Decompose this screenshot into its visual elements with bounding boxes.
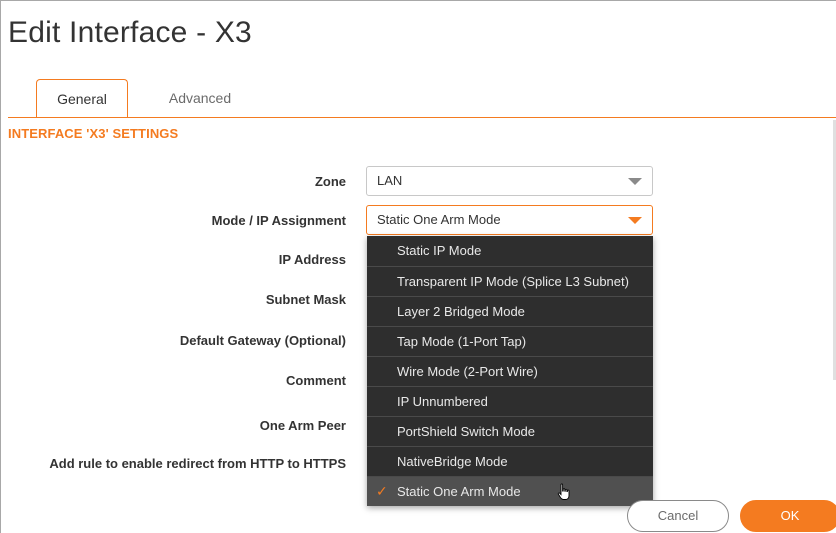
window-left-border [0,0,1,533]
chevron-down-icon [628,178,642,185]
mode-option-static-one-arm[interactable]: ✓ Static One Arm Mode [367,476,653,506]
mode-option-static-ip[interactable]: Static IP Mode [367,236,653,266]
one-arm-peer-label: One Arm Peer [259,418,346,433]
mode-option-label: IP Unnumbered [397,394,488,409]
zone-select-value: LAN [377,173,403,188]
mode-option-label: NativeBridge Mode [397,454,508,469]
mode-option-label: Static One Arm Mode [397,484,521,499]
mode-option-tap[interactable]: Tap Mode (1-Port Tap) [367,326,653,356]
mode-option-label: Static IP Mode [397,243,482,258]
mode-option-label: Tap Mode (1-Port Tap) [397,334,527,349]
mode-option-portshield[interactable]: PortShield Switch Mode [367,416,653,446]
mode-option-transparent-ip[interactable]: Transparent IP Mode (Splice L3 Subnet) [367,266,653,296]
ok-button[interactable]: OK [740,500,836,532]
comment-label: Comment [286,373,346,388]
mode-select[interactable]: Static One Arm Mode [366,205,653,235]
redirect-label: Add rule to enable redirect from HTTP to… [49,456,346,471]
mode-option-label: Transparent IP Mode (Splice L3 Subnet) [397,274,629,289]
mode-option-wire[interactable]: Wire Mode (2-Port Wire) [367,356,653,386]
ip-address-label: IP Address [278,252,346,267]
chevron-down-icon [628,217,642,224]
tab-general[interactable]: General [36,79,128,118]
mode-option-nativebridge[interactable]: NativeBridge Mode [367,446,653,476]
tabs-divider [8,117,836,118]
zone-label: Zone [314,174,346,189]
mode-option-ip-unnumbered[interactable]: IP Unnumbered [367,386,653,416]
mode-option-label: PortShield Switch Mode [397,424,536,439]
mode-option-layer2-bridged[interactable]: Layer 2 Bridged Mode [367,296,653,326]
subnet-mask-label: Subnet Mask [265,292,346,307]
section-title: INTERFACE 'X3' SETTINGS [8,126,179,141]
zone-select[interactable]: LAN [366,166,653,196]
dialog-title: Edit Interface - X3 [8,16,252,49]
default-gateway-label: Default Gateway (Optional) [179,333,346,348]
mode-option-label: Layer 2 Bridged Mode [397,304,525,319]
hand-pointer-icon [557,482,571,511]
window-top-border [0,0,836,1]
mode-label: Mode / IP Assignment [211,213,346,228]
mode-option-label: Wire Mode (2-Port Wire) [397,364,538,379]
tab-advanced[interactable]: Advanced [150,79,250,117]
mode-select-value: Static One Arm Mode [377,212,501,227]
cancel-button[interactable]: Cancel [627,500,729,532]
check-icon: ✓ [376,483,388,499]
mode-dropdown-menu: Static IP Mode Transparent IP Mode (Spli… [367,236,653,506]
